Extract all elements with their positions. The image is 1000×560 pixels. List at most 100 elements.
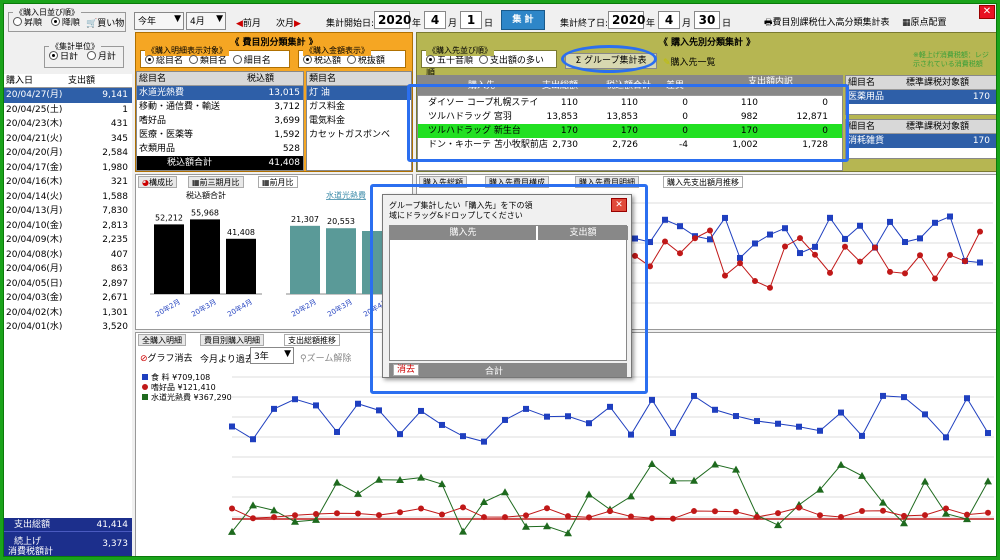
layout-reset-button[interactable]: ▦原点配置 [902, 15, 947, 28]
month-select[interactable]: 4月 ▼ [186, 12, 226, 30]
data-point[interactable] [917, 252, 923, 259]
data-point[interactable] [271, 514, 277, 521]
start-year-input[interactable]: 2020 [374, 11, 411, 29]
monthly-radio[interactable]: 月計 [86, 51, 116, 62]
data-point[interactable] [887, 268, 893, 275]
data-point[interactable] [943, 434, 949, 441]
start-month-input[interactable]: 4 [424, 11, 446, 29]
data-point[interactable] [943, 505, 949, 512]
data-point[interactable] [439, 511, 445, 518]
data-point[interactable] [586, 514, 592, 521]
desc-radio[interactable]: 降順 [50, 17, 80, 28]
table-row[interactable]: 20/04/20(月) 2,584 [4, 146, 132, 161]
data-point[interactable] [842, 243, 848, 250]
data-point[interactable] [354, 489, 362, 497]
data-point[interactable] [481, 438, 487, 445]
data-point[interactable] [901, 394, 907, 401]
data-point[interactable] [523, 405, 529, 412]
data-point[interactable] [670, 515, 676, 522]
table-row[interactable]: 20/04/06(月) 863 [4, 262, 132, 277]
data-point[interactable] [796, 504, 802, 511]
bar[interactable] [154, 224, 184, 294]
data-point[interactable] [480, 498, 488, 506]
data-point[interactable] [313, 402, 319, 409]
data-point[interactable] [355, 400, 361, 407]
tab-prev-month[interactable]: ▦前月比 [258, 176, 298, 188]
data-point[interactable] [439, 421, 445, 428]
start-day-input[interactable]: 1 [460, 11, 482, 29]
data-point[interactable] [902, 270, 908, 277]
table-row[interactable]: 20/04/13(月) 7,830 [4, 204, 132, 219]
data-point[interactable] [838, 514, 844, 521]
data-point[interactable] [333, 478, 341, 486]
data-point[interactable] [917, 235, 923, 242]
data-point[interactable] [334, 428, 340, 435]
data-point[interactable] [355, 510, 361, 517]
target-radio-1[interactable]: 総目名 [145, 55, 183, 66]
next-month-button[interactable]: 次月▶ [276, 16, 301, 29]
table-row[interactable]: 水道光熱費 13,015 [137, 86, 303, 100]
data-point[interactable] [752, 240, 758, 247]
data-point[interactable] [565, 413, 571, 420]
data-point[interactable] [922, 512, 928, 519]
data-point[interactable] [501, 488, 509, 496]
data-point[interactable] [921, 477, 929, 485]
table-row[interactable]: 20/04/27(月) 9,141 [4, 88, 132, 103]
data-point[interactable] [932, 219, 938, 226]
data-point[interactable] [857, 222, 863, 229]
table-row[interactable]: 20/04/03(金) 2,671 [4, 291, 132, 306]
data-point[interactable] [880, 507, 886, 514]
data-point[interactable] [827, 269, 833, 276]
data-point[interactable] [649, 396, 655, 403]
data-point[interactable] [565, 513, 571, 520]
data-point[interactable] [502, 416, 508, 423]
target-radio-3[interactable]: 細目名 [232, 55, 271, 66]
data-point[interactable] [229, 423, 235, 430]
bar[interactable] [326, 228, 356, 294]
data-point[interactable] [902, 239, 908, 246]
data-point[interactable] [334, 510, 340, 517]
data-point[interactable] [628, 431, 634, 438]
bar[interactable] [290, 225, 320, 294]
data-point[interactable] [712, 406, 718, 413]
bar[interactable] [226, 238, 256, 294]
list-item[interactable]: 電気料金 [307, 114, 411, 128]
drop-area[interactable]: 購入先 支出額 [389, 225, 628, 361]
data-point[interactable] [733, 413, 739, 420]
data-point[interactable] [782, 243, 788, 250]
data-point[interactable] [737, 254, 743, 261]
data-point[interactable] [502, 514, 508, 521]
table-row[interactable]: 20/04/21(火) 345 [4, 132, 132, 147]
data-point[interactable] [418, 407, 424, 414]
year-select[interactable]: 今年 ▼ [134, 12, 184, 30]
table-row[interactable]: 20/04/16(木) 321 [4, 175, 132, 190]
data-point[interactable] [397, 509, 403, 516]
data-point[interactable] [857, 258, 863, 265]
data-point[interactable] [459, 527, 467, 535]
data-point[interactable] [707, 227, 713, 234]
data-point[interactable] [481, 514, 487, 521]
data-point[interactable] [271, 405, 277, 412]
data-point[interactable] [932, 275, 938, 282]
data-point[interactable] [376, 512, 382, 519]
table-row[interactable]: 20/04/09(木) 2,235 [4, 233, 132, 248]
data-point[interactable] [782, 225, 788, 232]
shop-list-button[interactable]: ✎購入先一覧 [663, 55, 716, 68]
data-point[interactable] [775, 420, 781, 427]
tab-spending-trend[interactable]: 支出総額推移 [284, 334, 340, 346]
data-point[interactable] [858, 471, 866, 479]
data-point[interactable] [752, 278, 758, 285]
data-point[interactable] [690, 476, 698, 484]
end-month-input[interactable]: 4 [658, 11, 680, 29]
data-point[interactable] [775, 510, 781, 517]
tab-3month[interactable]: ▦前三期月比 [188, 176, 244, 188]
zoom-reset-button[interactable]: ⚲ズーム解除 [300, 351, 351, 364]
data-point[interactable] [922, 411, 928, 418]
table-row[interactable]: 医療・医薬等 1,592 [137, 128, 303, 142]
data-point[interactable] [544, 413, 550, 420]
table-row[interactable]: 20/04/17(金) 1,980 [4, 161, 132, 176]
asc-radio[interactable]: 昇順 [13, 17, 42, 28]
data-point[interactable] [662, 238, 668, 245]
data-point[interactable] [691, 392, 697, 399]
table-row[interactable]: 20/04/05(日) 2,897 [4, 277, 132, 292]
